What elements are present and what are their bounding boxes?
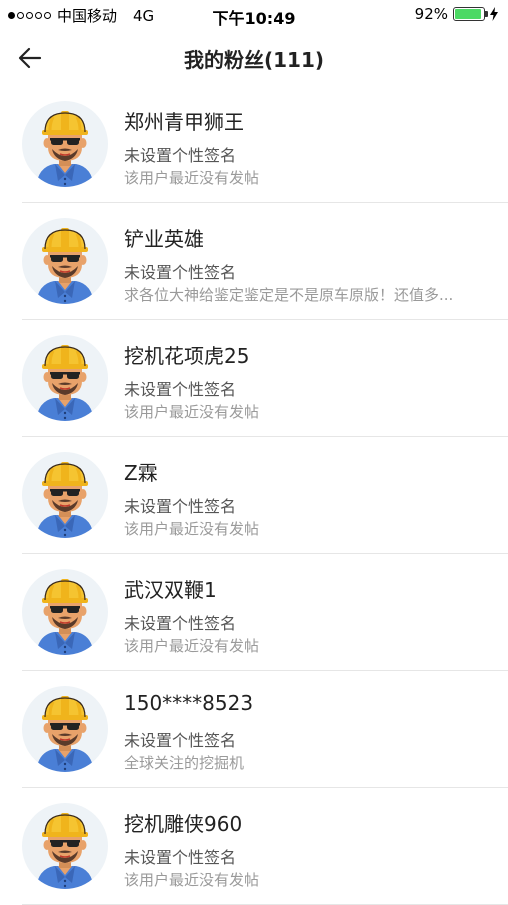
follower-signature: 未设置个性签名 (124, 263, 237, 282)
navigation-bar: 我的粉丝(111) (0, 30, 508, 86)
follower-name: 铲业英雄 (124, 227, 204, 251)
avatar[interactable] (22, 452, 108, 538)
follower-name: 150****8523 (124, 691, 254, 715)
avatar[interactable] (22, 218, 108, 304)
follower-name: 武汉双鞭1 (124, 578, 217, 602)
follower-latest-post: 该用户最近没有发帖 (124, 169, 260, 187)
worker-avatar-icon (36, 111, 94, 187)
follower-latest-post: 该用户最近没有发帖 (124, 403, 260, 421)
avatar[interactable] (22, 803, 108, 889)
follower-signature: 未设置个性签名 (124, 614, 237, 633)
follower-name: 挖机花项虎25 (124, 344, 250, 368)
avatar[interactable] (22, 569, 108, 655)
worker-avatar-icon (36, 462, 94, 538)
follower-list: 郑州青甲狮王 未设置个性签名 该用户最近没有发帖 铲业英雄 未设置个性签名 求各… (0, 86, 508, 905)
follower-name: 郑州青甲狮王 (124, 110, 244, 134)
follower-latest-post: 该用户最近没有发帖 (124, 871, 260, 889)
follower-latest-post: 该用户最近没有发帖 (124, 520, 260, 538)
worker-avatar-icon (36, 579, 94, 655)
follower-signature: 未设置个性签名 (124, 731, 237, 750)
follower-row[interactable]: 150****8523 未设置个性签名 全球关注的挖掘机 (0, 671, 508, 788)
battery-fill (455, 9, 481, 19)
follower-name: Z霖 (124, 461, 158, 485)
battery-percent: 92% (414, 5, 448, 23)
follower-latest-post: 该用户最近没有发帖 (124, 637, 260, 655)
battery-icon (453, 7, 488, 21)
avatar[interactable] (22, 686, 108, 772)
follower-latest-post: 求各位大神给鉴定鉴定是不是原车原版！还值多... (124, 286, 454, 304)
follower-name: 挖机雕侠960 (124, 812, 243, 836)
follower-latest-post: 全球关注的挖掘机 (124, 754, 245, 772)
follower-signature: 未设置个性签名 (124, 380, 237, 399)
status-bar: 中国移动 4G 下午10:49 92% (0, 0, 508, 30)
worker-avatar-icon (36, 696, 94, 772)
follower-signature: 未设置个性签名 (124, 146, 237, 165)
worker-avatar-icon (36, 345, 94, 421)
follower-row[interactable]: Z霖 未设置个性签名 该用户最近没有发帖 (0, 437, 508, 554)
page-title: 我的粉丝(111) (183, 48, 325, 72)
follower-row[interactable]: 挖机雕侠960 未设置个性签名 该用户最近没有发帖 (0, 788, 508, 905)
follower-row[interactable]: 铲业英雄 未设置个性签名 求各位大神给鉴定鉴定是不是原车原版！还值多... (0, 203, 508, 320)
worker-avatar-icon (36, 228, 94, 304)
follower-row[interactable]: 武汉双鞭1 未设置个性签名 该用户最近没有发帖 (0, 554, 508, 671)
follower-signature: 未设置个性签名 (124, 497, 237, 516)
follower-row[interactable]: 挖机花项虎25 未设置个性签名 该用户最近没有发帖 (0, 320, 508, 437)
follower-row[interactable]: 郑州青甲狮王 未设置个性签名 该用户最近没有发帖 (0, 86, 508, 203)
follower-signature: 未设置个性签名 (124, 848, 237, 867)
status-right: 92% (415, 5, 498, 23)
charging-bolt-icon (490, 7, 498, 21)
avatar[interactable] (22, 101, 108, 187)
worker-avatar-icon (36, 813, 94, 889)
avatar[interactable] (22, 335, 108, 421)
